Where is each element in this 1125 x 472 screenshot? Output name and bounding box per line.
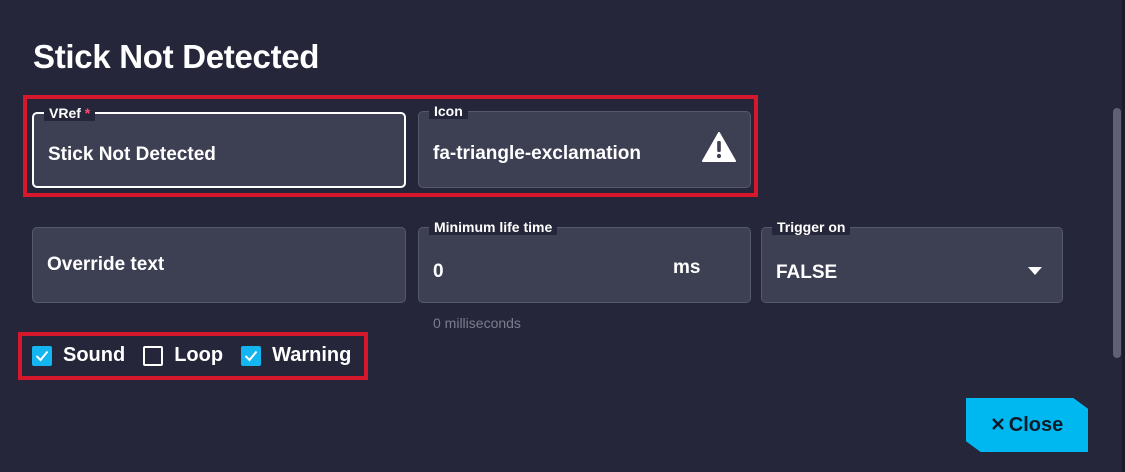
override-text-field[interactable]: Override text [32, 227, 406, 303]
highlight-box-identity [23, 95, 758, 197]
min-life-time-hint: 0 milliseconds [433, 315, 521, 331]
scrollbar-thumb[interactable] [1113, 108, 1121, 358]
chevron-down-icon[interactable] [1028, 262, 1042, 280]
highlight-box-flags [18, 332, 368, 380]
close-label: Close [1008, 413, 1064, 436]
close-icon [991, 414, 1005, 437]
dialog-title: Stick Not Detected [33, 38, 320, 75]
override-text-input[interactable]: Override text [47, 254, 164, 276]
min-life-time-input[interactable]: 0 [433, 261, 444, 283]
ms-suffix: ms [673, 257, 701, 278]
trigger-on-label: Trigger on [772, 219, 851, 235]
close-button[interactable]: Close [966, 398, 1088, 452]
trigger-on-value: FALSE [776, 262, 838, 283]
min-life-time-label: Minimum life time [429, 219, 558, 235]
trigger-on-select[interactable]: Trigger on FALSE [761, 219, 1063, 303]
min-life-time-field[interactable]: Minimum life time 0 ms [418, 219, 751, 303]
